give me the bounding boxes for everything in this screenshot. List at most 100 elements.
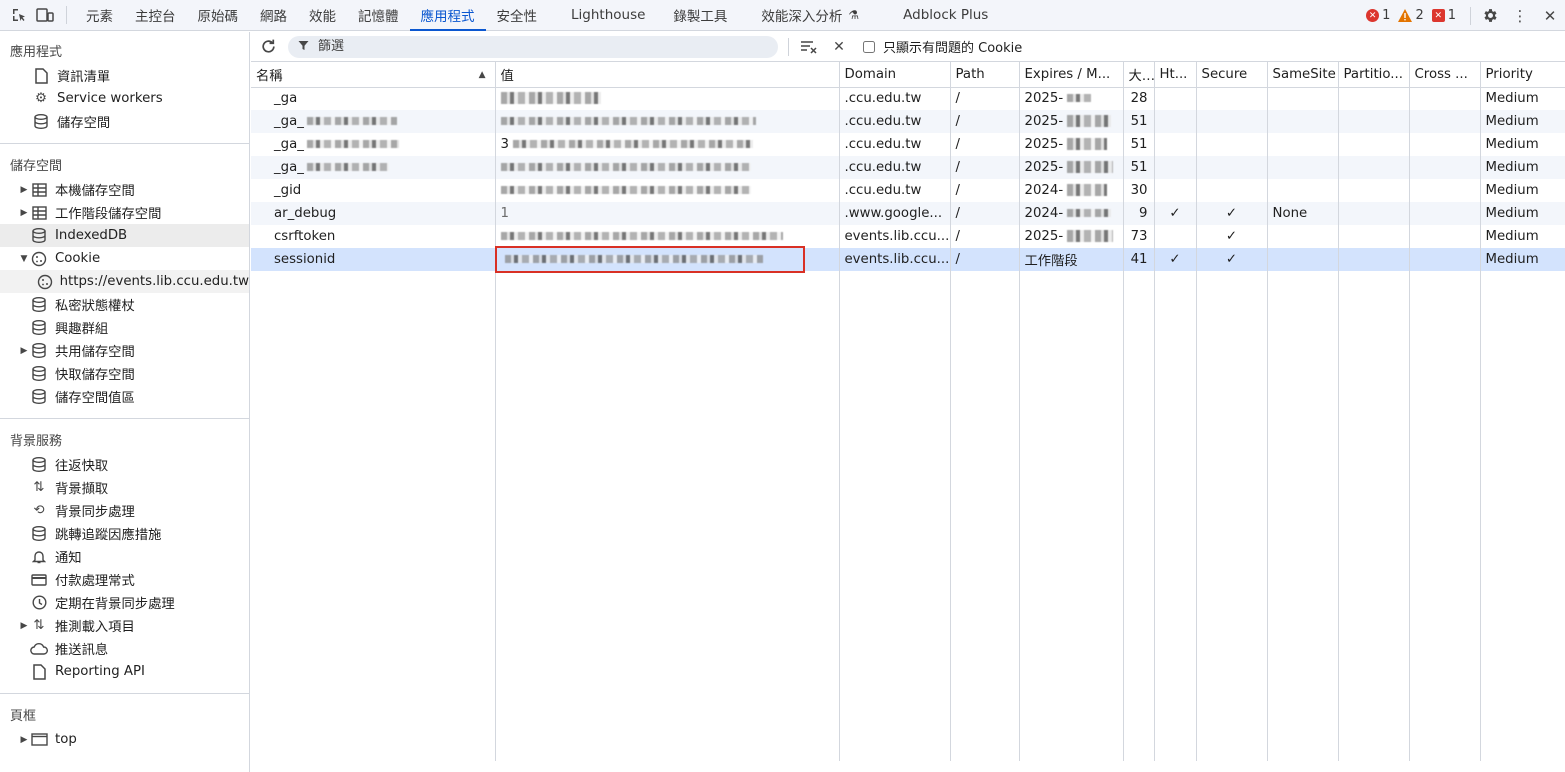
sidebar-item-shared-storage[interactable]: ▶ 共用儲存空間 (0, 339, 249, 362)
cell-size: 51 (1123, 133, 1155, 156)
sidebar-item-label: IndexedDB (55, 228, 128, 243)
expand-arrow-icon[interactable]: ▶ (18, 735, 30, 745)
sidebar-item-payment-handler[interactable]: 付款處理常式 (0, 568, 249, 591)
tab-recorder[interactable]: 錄製工具 (662, 0, 738, 31)
redacted-value (500, 163, 751, 171)
sidebar-item-bounce-tracking[interactable]: 跳轉追蹤因應措施 (0, 522, 249, 545)
inspect-element-icon[interactable] (8, 4, 30, 26)
only-issues-checkbox-label[interactable]: 只顯示有問題的 Cookie (863, 37, 1022, 56)
settings-gear-icon[interactable] (1475, 0, 1505, 31)
cell-partition-key (1338, 179, 1410, 202)
table-row[interactable]: _ga_ .ccu.edu.tw / 2025- 51 Medium (251, 156, 1565, 179)
cell-path: / (950, 133, 1020, 156)
issues-count[interactable]: ✕ 1 (1431, 8, 1456, 23)
sidebar-item-background-sync[interactable]: ⟲ 背景同步處理 (0, 499, 249, 522)
expand-arrow-icon[interactable]: ▶ (18, 185, 30, 195)
tab-sources[interactable]: 原始碼 (187, 0, 250, 31)
collapse-arrow-icon[interactable]: ▼ (18, 254, 30, 264)
divider (788, 37, 789, 56)
table-row[interactable]: _ga_ 3 .ccu.edu.tw / 2025- 51 Medium (251, 133, 1565, 156)
table-row[interactable]: _ga .ccu.edu.tw / 2025- 28 Medium (251, 87, 1565, 110)
sidebar-item-label: 背景同步處理 (55, 505, 135, 520)
close-devtools-icon[interactable]: ✕ (1535, 0, 1565, 31)
tab-performance[interactable]: 效能 (298, 0, 347, 31)
sidebar-item-bfcache[interactable]: 往返快取 (0, 453, 249, 476)
table-row[interactable]: csrftoken events.lib.ccu... / 2025- 73 ✓… (251, 225, 1565, 248)
refresh-icon[interactable] (252, 32, 284, 62)
cell-partition-key (1338, 248, 1410, 271)
column-header-httponly[interactable]: Ht... (1154, 62, 1197, 88)
sidebar-item-interest-groups[interactable]: 興趣群組 (0, 316, 249, 339)
sidebar-item-local-storage[interactable]: ▶ 本機儲存空間 (0, 178, 249, 201)
cell-size: 73 (1123, 225, 1155, 248)
table-row[interactable]: _gid .ccu.edu.tw / 2024- 30 Medium (251, 179, 1565, 202)
column-header-path[interactable]: Path (950, 62, 1020, 88)
clear-filtered-cookies-icon[interactable] (797, 35, 821, 59)
tab-lighthouse[interactable]: Lighthouse (560, 0, 656, 31)
more-options-icon[interactable]: ⋮ (1505, 0, 1535, 31)
sidebar-item-service-workers[interactable]: ⚙ Service workers (0, 87, 249, 110)
cell-priority: Medium (1480, 133, 1565, 156)
error-count[interactable]: ✕ 1 (1366, 8, 1390, 23)
expand-arrow-icon[interactable]: ▶ (18, 346, 30, 356)
filter-input[interactable] (318, 39, 758, 54)
sidebar-item-cookie-origin[interactable]: https://events.lib.ccu.edu.tw (0, 270, 249, 293)
tab-security[interactable]: 安全性 (486, 0, 549, 31)
sidebar-item-reporting-api[interactable]: Reporting API (0, 660, 249, 683)
cell-cross-site (1409, 179, 1481, 202)
cell-path: / (950, 179, 1020, 202)
table-row[interactable]: ar_debug 1 .www.google... / 2024- 9 ✓ ✓ … (251, 202, 1565, 225)
tab-console[interactable]: 主控台 (124, 0, 187, 31)
tab-memory[interactable]: 記憶體 (347, 0, 410, 31)
column-header-partition-key[interactable]: Partitio... (1338, 62, 1410, 88)
only-issues-checkbox[interactable] (863, 40, 875, 53)
column-header-samesite[interactable]: SameSite (1267, 62, 1339, 88)
sidebar-item-speculative-loads[interactable]: ▶ ⇅ 推測載入項目 (0, 614, 249, 637)
tab-label: 錄製工具 (673, 9, 728, 25)
tab-adblock-plus[interactable]: Adblock Plus (892, 0, 999, 31)
sidebar-item-label: 私密狀態權杖 (55, 299, 135, 314)
filter-box[interactable] (288, 35, 778, 58)
cell-priority: Medium (1480, 156, 1565, 179)
column-header-secure[interactable]: Secure (1196, 62, 1268, 88)
clear-all-close-icon[interactable]: ✕ (827, 35, 851, 59)
sidebar-item-cache-storage[interactable]: 快取儲存空間 (0, 362, 249, 385)
header-label: Path (955, 66, 985, 82)
tab-elements[interactable]: 元素 (75, 0, 124, 31)
sidebar-item-manifest[interactable]: 資訊清單 (0, 64, 249, 87)
column-header-cross-site[interactable]: Cross ... (1409, 62, 1481, 88)
sidebar-item-background-fetch[interactable]: ⇅ 背景擷取 (0, 476, 249, 499)
cell-name: _ga_ (251, 110, 496, 133)
column-header-size[interactable]: 大... (1123, 62, 1155, 88)
sidebar-item-session-storage[interactable]: ▶ 工作階段儲存空間 (0, 201, 249, 224)
tab-application[interactable]: 應用程式 (409, 0, 486, 31)
cell-httponly (1154, 133, 1197, 156)
sidebar-item-push-messaging[interactable]: 推送訊息 (0, 637, 249, 660)
column-header-value[interactable]: 值 (495, 62, 840, 88)
device-toolbar-icon[interactable] (34, 4, 56, 26)
sidebar-item-indexeddb[interactable]: IndexedDB (0, 224, 249, 247)
sidebar-item-label: 興趣群組 (55, 322, 109, 337)
table-row-selected[interactable]: sessionid events.lib.ccu... / 工作階段 41 ✓ … (251, 248, 1565, 271)
cell-name: _gid (251, 179, 496, 202)
sidebar-item-notifications[interactable]: 通知 (0, 545, 249, 568)
cell-secure (1196, 87, 1268, 110)
column-header-priority[interactable]: Priority (1480, 62, 1565, 88)
expand-arrow-icon[interactable]: ▶ (18, 208, 30, 218)
sidebar-item-frame-top[interactable]: ▶ top (0, 728, 249, 751)
sidebar-item-periodic-background-sync[interactable]: 定期在背景同步處理 (0, 591, 249, 614)
clock-icon (30, 595, 48, 611)
column-header-name[interactable]: 名稱 ▲ (251, 62, 496, 88)
table-row[interactable]: _ga_ .ccu.edu.tw / 2025- 51 Medium (251, 110, 1565, 133)
column-header-domain[interactable]: Domain (839, 62, 951, 88)
expand-arrow-icon[interactable]: ▶ (18, 621, 30, 631)
tab-performance-insights[interactable]: 效能深入分析 ⚗ (750, 0, 870, 31)
column-header-expires[interactable]: Expires / M... (1019, 62, 1124, 88)
sidebar-item-cookie[interactable]: ▼ Cookie (0, 247, 249, 270)
tab-network[interactable]: 網路 (249, 0, 298, 31)
sidebar-item-storage[interactable]: 儲存空間 (0, 110, 249, 133)
sidebar-item-storage-buckets[interactable]: 儲存空間值區 (0, 385, 249, 408)
sidebar-item-private-state-tokens[interactable]: 私密狀態權杖 (0, 293, 249, 316)
warning-count[interactable]: 2 (1398, 8, 1424, 23)
section-title-storage: 儲存空間 (10, 158, 63, 174)
